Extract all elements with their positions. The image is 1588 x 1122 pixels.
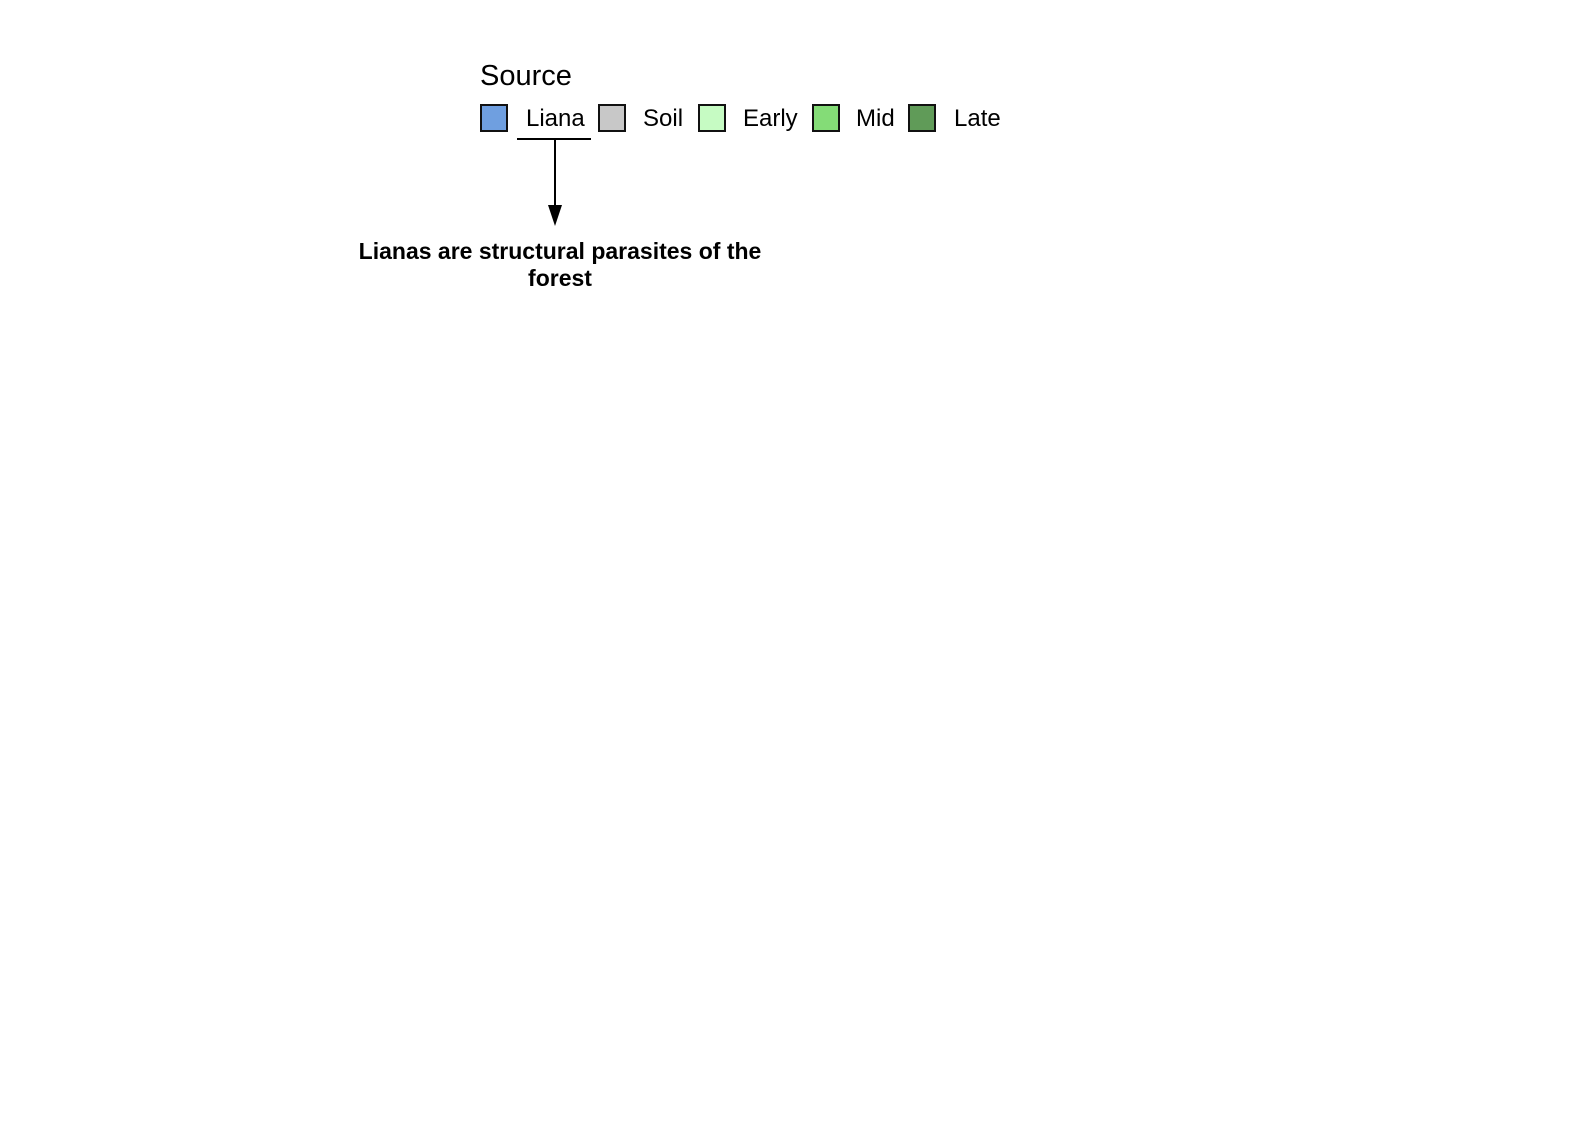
callout-arrow [517, 138, 591, 226]
annotation-text: Lianas are structural parasites of the f… [358, 238, 762, 291]
arrowhead-icon [548, 205, 562, 226]
